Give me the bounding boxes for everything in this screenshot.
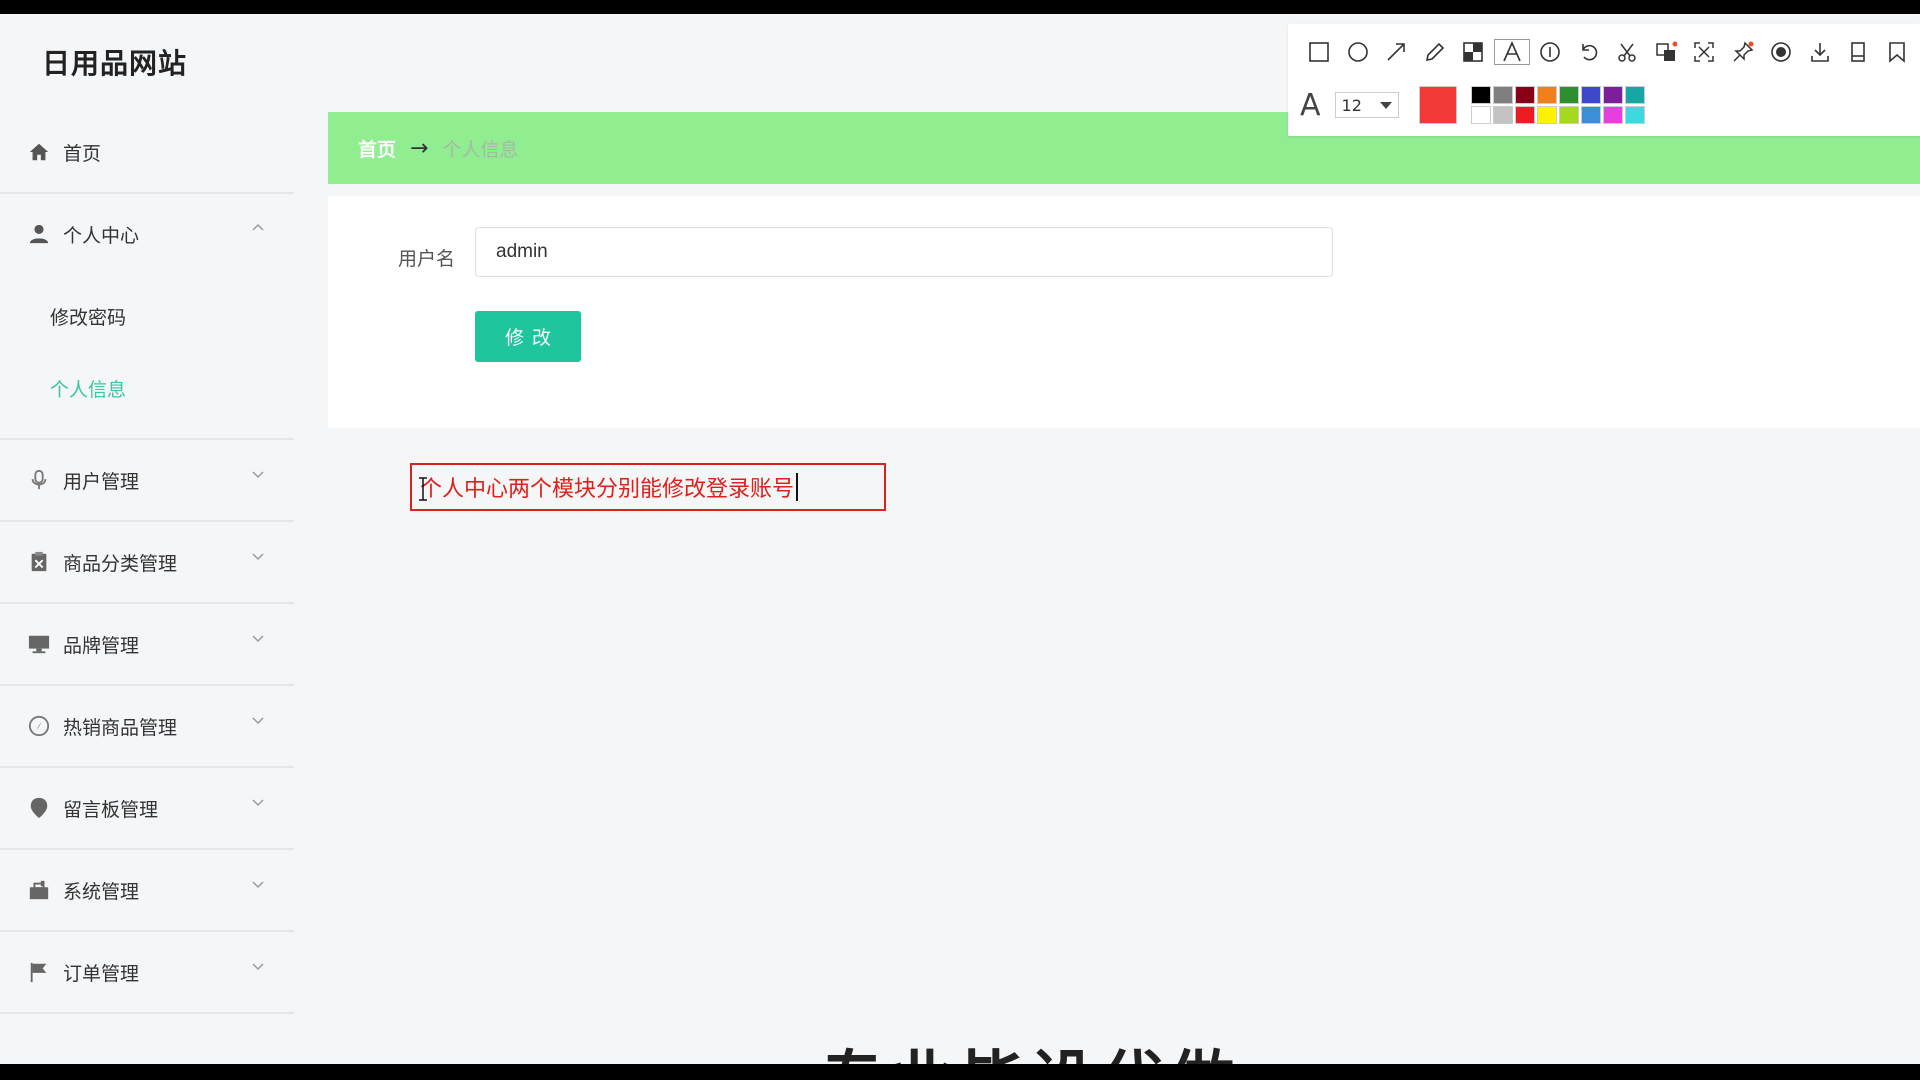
color-swatch[interactable] bbox=[1580, 106, 1601, 124]
sidebar-item-label: 订单管理 bbox=[63, 962, 140, 985]
breadcrumb-home-link[interactable]: 首页 bbox=[358, 135, 396, 162]
sidebar-item-label: 品牌管理 bbox=[63, 634, 140, 657]
site-title: 日用品网站 bbox=[42, 47, 188, 80]
sidebar-item-personal-center[interactable]: 个人中心 bbox=[0, 194, 294, 274]
color-swatch[interactable] bbox=[1602, 86, 1623, 104]
font-size-select[interactable]: 12 bbox=[1334, 92, 1399, 118]
chevron-down-icon bbox=[252, 799, 264, 807]
chevron-down-icon bbox=[252, 471, 264, 479]
personal-info-form: 用户名 修改 bbox=[328, 196, 1920, 428]
chevron-down-icon bbox=[252, 717, 264, 725]
text-icon[interactable] bbox=[1493, 38, 1532, 66]
copy-icon[interactable] bbox=[1839, 38, 1878, 66]
app-frame: 日用品网站 首页 个人中心 修改密码 个人信息 用户管理 商品分类管理 品牌管理… bbox=[0, 14, 1920, 1064]
color-swatch[interactable] bbox=[1602, 106, 1623, 124]
sidebar-item-order-management[interactable]: 订单管理 bbox=[0, 932, 294, 1014]
annotation-text-box[interactable]: 个人中心两个模块分别能修改登录账号 bbox=[410, 463, 886, 511]
color-swatch[interactable] bbox=[1470, 86, 1491, 104]
mosaic-icon[interactable] bbox=[1454, 38, 1493, 66]
sidebar-item-message-board[interactable]: 留言板管理 bbox=[0, 768, 294, 850]
rectangle-icon[interactable] bbox=[1300, 38, 1339, 66]
color-swatch[interactable] bbox=[1492, 106, 1513, 124]
long-screenshot-icon[interactable] bbox=[1685, 38, 1724, 66]
sidebar-item-label: 热销商品管理 bbox=[63, 716, 178, 739]
chevron-down-icon bbox=[252, 553, 264, 561]
chevron-down-icon bbox=[252, 635, 264, 643]
sidebar-menu: 首页 个人中心 修改密码 个人信息 用户管理 商品分类管理 品牌管理 热销商品管… bbox=[0, 112, 294, 1014]
user-icon bbox=[27, 222, 51, 246]
sidebar-item-category-management[interactable]: 商品分类管理 bbox=[0, 522, 294, 604]
color-swatch[interactable] bbox=[1536, 86, 1557, 104]
location-icon bbox=[27, 796, 51, 820]
sidebar-subitem-personal-info[interactable]: 个人信息 bbox=[0, 352, 294, 424]
text-caret bbox=[796, 473, 799, 501]
sidebar-item-label: 留言板管理 bbox=[63, 798, 159, 821]
sidebar-item-user-management[interactable]: 用户管理 bbox=[0, 440, 294, 522]
toolbar-tools bbox=[1300, 38, 1916, 66]
chevron-down-icon bbox=[252, 881, 264, 889]
sidebar-item-system-management[interactable]: 系统管理 bbox=[0, 850, 294, 932]
sidebar-item-label: 系统管理 bbox=[63, 880, 140, 903]
color-swatch[interactable] bbox=[1514, 106, 1535, 124]
color-swatch[interactable] bbox=[1580, 86, 1601, 104]
annotation-text: 个人中心两个模块分别能修改登录账号 bbox=[420, 477, 795, 502]
translate-icon[interactable] bbox=[1647, 38, 1686, 66]
color-swatch[interactable] bbox=[1624, 86, 1645, 104]
sidebar-item-label: 个人中心 bbox=[63, 224, 140, 247]
microphone-icon bbox=[27, 468, 51, 492]
breadcrumb-separator: → bbox=[410, 135, 429, 161]
current-color-swatch[interactable] bbox=[1418, 86, 1457, 124]
toolbar-text-options: A 12 bbox=[1300, 86, 1645, 124]
color-swatch[interactable] bbox=[1492, 86, 1513, 104]
sidebar-item-label: 用户管理 bbox=[63, 470, 140, 493]
color-swatch[interactable] bbox=[1470, 106, 1491, 124]
ibeam-cursor-icon bbox=[419, 477, 427, 501]
pin-icon[interactable] bbox=[1724, 38, 1763, 66]
number-icon[interactable] bbox=[1531, 38, 1570, 66]
screenshot-toolbar: A 12 bbox=[1288, 24, 1920, 136]
chevron-down-icon bbox=[1379, 101, 1392, 109]
sidebar: 日用品网站 首页 个人中心 修改密码 个人信息 用户管理 商品分类管理 品牌管理… bbox=[0, 14, 294, 1064]
undo-icon[interactable] bbox=[1570, 38, 1609, 66]
compass-icon bbox=[27, 714, 51, 738]
username-label: 用户名 bbox=[398, 248, 456, 270]
home-icon bbox=[27, 140, 51, 164]
breadcrumb-current: 个人信息 bbox=[442, 138, 519, 161]
font-icon: A bbox=[1300, 87, 1321, 123]
color-swatch[interactable] bbox=[1624, 106, 1645, 124]
sidebar-item-label: 首页 bbox=[63, 142, 102, 165]
flag-icon bbox=[27, 960, 51, 984]
modify-button[interactable]: 修改 bbox=[475, 311, 581, 362]
record-icon[interactable] bbox=[1762, 38, 1801, 66]
download-icon[interactable] bbox=[1801, 38, 1840, 66]
cut-icon[interactable] bbox=[1608, 38, 1647, 66]
submenu-personal-center: 修改密码 个人信息 bbox=[0, 274, 294, 440]
sidebar-item-brand-management[interactable]: 品牌管理 bbox=[0, 604, 294, 686]
chevron-up-icon bbox=[252, 223, 264, 231]
sidebar-item-hot-products[interactable]: 热销商品管理 bbox=[0, 686, 294, 768]
clipboard-icon bbox=[27, 550, 51, 574]
monitor-icon bbox=[27, 632, 51, 656]
color-swatch[interactable] bbox=[1514, 86, 1535, 104]
color-swatch[interactable] bbox=[1558, 86, 1579, 104]
bookmark-icon[interactable] bbox=[1878, 38, 1917, 66]
chevron-down-icon bbox=[252, 963, 264, 971]
font-size-value: 12 bbox=[1341, 95, 1362, 115]
toolbox-icon bbox=[27, 878, 51, 902]
color-palette bbox=[1470, 86, 1645, 124]
color-swatch[interactable] bbox=[1536, 106, 1557, 124]
bottom-overlay-text: 专业毕设代做 bbox=[820, 1030, 1240, 1064]
color-swatch[interactable] bbox=[1558, 106, 1579, 124]
ellipse-icon[interactable] bbox=[1339, 38, 1378, 66]
sidebar-subitem-change-password[interactable]: 修改密码 bbox=[0, 280, 294, 352]
username-input[interactable] bbox=[475, 227, 1333, 277]
pencil-icon[interactable] bbox=[1416, 38, 1455, 66]
sidebar-item-home[interactable]: 首页 bbox=[0, 112, 294, 194]
arrow-icon[interactable] bbox=[1377, 38, 1416, 66]
sidebar-item-label: 商品分类管理 bbox=[63, 552, 178, 575]
